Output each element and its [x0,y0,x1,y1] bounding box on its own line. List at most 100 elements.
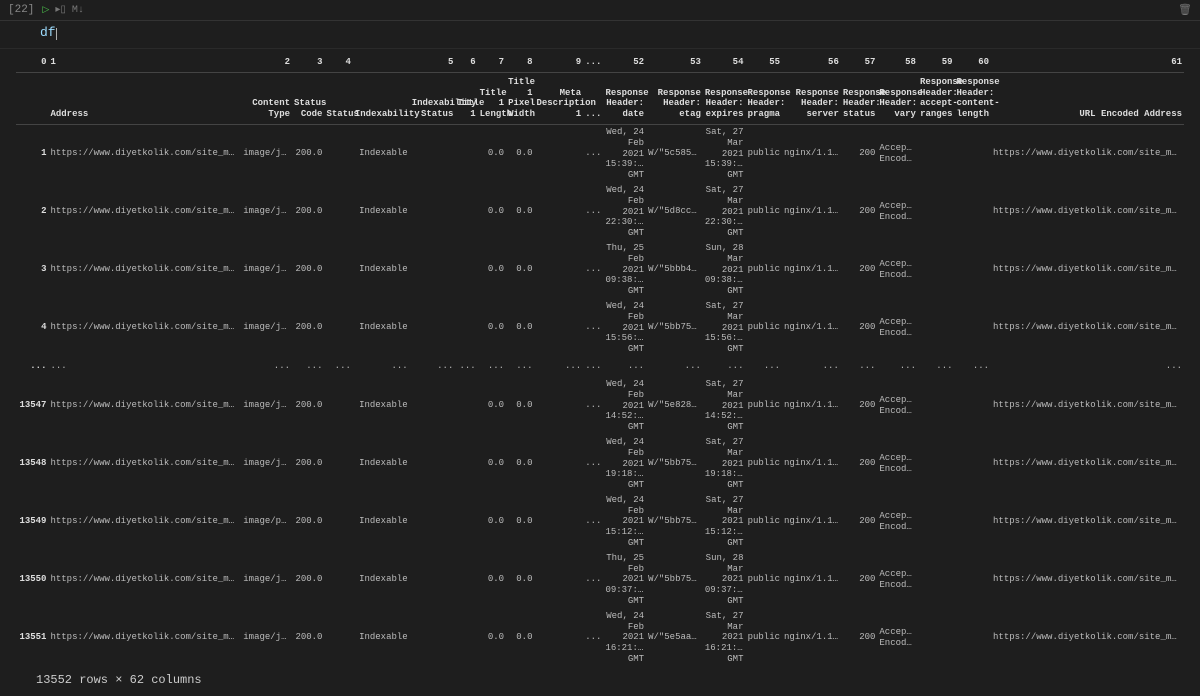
col-num: 0 [16,53,48,72]
cell-istat [410,183,456,241]
cell-meta [534,124,583,182]
ellipsis-cell: ... [877,357,918,377]
cell-arange [918,299,955,357]
cell-expires: Sat, 27 Mar 2021 22:30:52 GMT [703,183,746,241]
run-below-icon[interactable]: ▸▯ [55,4,66,16]
cell-pragma: public [745,377,782,435]
cell-pragma: public [745,609,782,667]
cell-hstat: 200 [841,377,878,435]
dataframe-table: 0123456789...52535455565758596061 Addres… [16,53,1184,667]
cell-meta [534,493,583,551]
cell-ctype: image/jpeg [241,241,292,299]
cell-tlen: 0.0 [478,493,506,551]
ellipsis-cell: ... [955,357,992,377]
cell-server: nginx/1.17.8 [782,551,841,609]
cell-title [455,435,477,493]
cell-date: Wed, 24 Feb 2021 19:18:56 GMT [603,435,646,493]
cell-title [455,609,477,667]
cell-clen [955,241,992,299]
cell-meta [534,377,583,435]
col-header: Response Header: date [603,72,646,124]
cell-address: https://www.diyetkolik.com/site_media/me… [48,551,241,609]
table-row: 13547https://www.diyetkolik.com/site_med… [16,377,1184,435]
cell-ctype: image/jpeg [241,551,292,609]
cell-title [455,551,477,609]
cell-meta [534,609,583,667]
cell-date: Wed, 24 Feb 2021 15:39:34 GMT [603,124,646,182]
col-header: Status [324,72,352,124]
cell-server: nginx/1.17.8 [782,241,841,299]
col-num: 8 [506,53,534,72]
cell-expires: Sat, 27 Mar 2021 15:12:28 GMT [703,493,746,551]
cell-tlen: 0.0 [478,435,506,493]
cell-idx: 2 [16,183,48,241]
cell-meta [534,551,583,609]
cell-tlen: 0.0 [478,241,506,299]
cell-idx: 1 [16,124,48,182]
cell-index: Indexable [353,241,410,299]
cell-date: Wed, 24 Feb 2021 22:30:52 GMT [603,183,646,241]
table-row: 13549https://www.diyetkolik.com/site_med… [16,493,1184,551]
cell-pragma: public [745,551,782,609]
col-num: 1 [48,53,241,72]
col-header: Indexability [353,72,410,124]
cell-tpw: 0.0 [506,183,534,241]
text-cursor [56,28,57,40]
cell-address: https://www.diyetkolik.com/site_media/me… [48,299,241,357]
cell-clen [955,493,992,551]
code-cell[interactable]: df [0,21,1200,49]
ellipsis-cell: ... [353,357,410,377]
cell-status [324,551,352,609]
cell-hstat: 200 [841,551,878,609]
table-body: 1 https://www.diyetkolik.com/site_media/m… [16,124,1184,666]
cell-expires: Sun, 28 Mar 2021 09:38:20 GMT [703,241,746,299]
trash-icon[interactable]: 🗑 [1178,3,1192,17]
cell-istat [410,299,456,357]
cell-expires: Sat, 27 Mar 2021 15:56:09 GMT [703,299,746,357]
cell-expires: Sat, 27 Mar 2021 19:18:56 GMT [703,435,746,493]
col-num: 7 [478,53,506,72]
cell-ctype: image/jpeg [241,435,292,493]
cell-address: https://www.diyetkolik.com/site_media/me… [48,435,241,493]
cell-pragma: public [745,241,782,299]
cell-ctype: image/jpeg [241,377,292,435]
cell-pragma: public [745,183,782,241]
cell-scode: 200.0 [292,124,324,182]
markdown-toggle[interactable]: M↓ [72,5,84,16]
cell-idx: 13551 [16,609,48,667]
cell-expires: Sat, 27 Mar 2021 16:21:40 GMT [703,609,746,667]
cell-vary: Accept-Encoding [877,551,918,609]
cell-status [324,435,352,493]
col-num: 57 [841,53,878,72]
cell-server: nginx/1.17.8 [782,377,841,435]
cell-tlen: 0.0 [478,124,506,182]
cell-ctype: image/png [241,493,292,551]
cell-hstat: 200 [841,299,878,357]
cell-date: Thu, 25 Feb 2021 09:38:20 GMT [603,241,646,299]
cell-tpw: 0.0 [506,124,534,182]
run-icon[interactable]: ▷ [42,5,49,15]
col-header: Title 1 Pixel Width [506,72,534,124]
cell-arange [918,551,955,609]
cell-istat [410,241,456,299]
col-num: 9 [534,53,583,72]
col-header: URL Encoded Address [991,72,1184,124]
cell-tpw: 0.0 [506,609,534,667]
cell-scode: 200.0 [292,241,324,299]
col-header: Response Header: server [782,72,841,124]
cell-tpw: 0.0 [506,551,534,609]
col-num: 55 [745,53,782,72]
cell-scode: 200.0 [292,299,324,357]
table-row: 4https://www.diyetkolik.com/site_media/m… [16,299,1184,357]
cell-tlen: 0.0 [478,183,506,241]
cell-status [324,241,352,299]
cell-idx: 13549 [16,493,48,551]
cell-index: Indexable [353,377,410,435]
cell-address: https://www.diyetkolik.com/site_media/me… [48,493,241,551]
cell-urlenc: https://www.diyetkolik.com/site_media/me… [991,609,1184,667]
cell-urlenc: https://www.diyetkolik.com/site_media/me… [991,493,1184,551]
cell-clen [955,609,992,667]
code-text: df [40,25,56,40]
col-num: 2 [241,53,292,72]
cell-h3: ... [583,124,603,182]
